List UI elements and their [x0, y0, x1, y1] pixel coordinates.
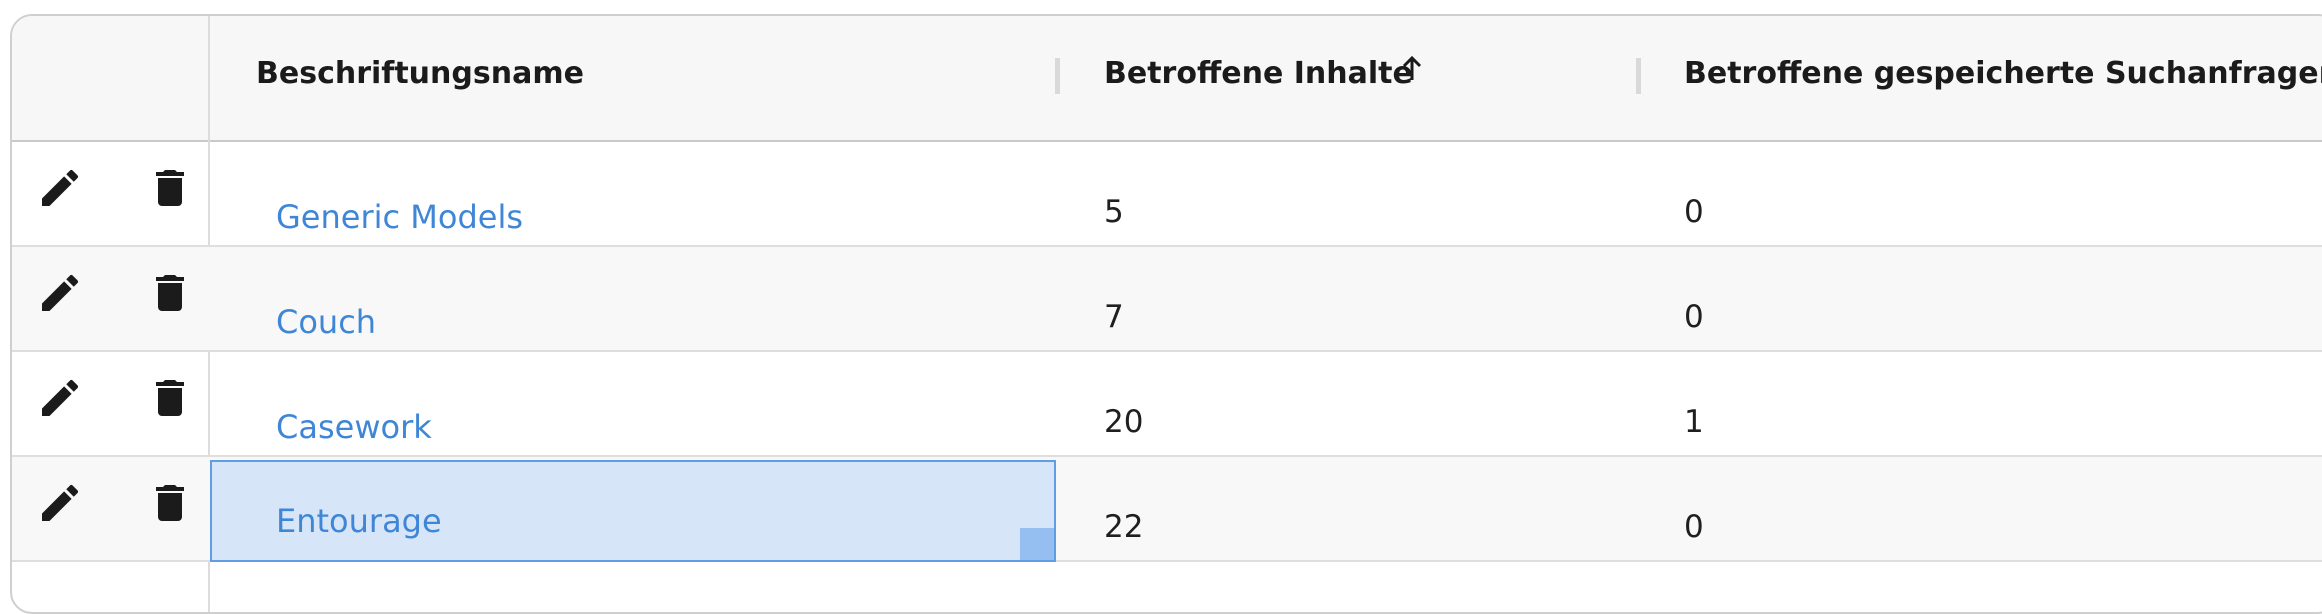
label-name-link[interactable]: Generic Models: [276, 198, 523, 236]
affected-contents-value: 22: [1104, 509, 1144, 545]
table-header: Beschriftungsname Betroffene Inhalte Bet…: [12, 16, 2322, 142]
column-resize-handle[interactable]: [1636, 58, 1641, 94]
trash-icon[interactable]: [146, 479, 194, 527]
selected-cell[interactable]: Entourage: [210, 460, 1056, 562]
arrow-up-icon[interactable]: [1400, 54, 1424, 84]
pencil-icon[interactable]: [36, 269, 84, 317]
affected-saved-searches-value: 0: [1684, 194, 1704, 230]
table-row: Casework 20 1: [12, 352, 2322, 457]
pencil-icon[interactable]: [36, 164, 84, 212]
affected-saved-searches-value: 0: [1684, 299, 1704, 335]
affected-contents-value: 20: [1104, 404, 1144, 440]
label-name-link[interactable]: Entourage: [276, 502, 442, 540]
trash-icon[interactable]: [146, 269, 194, 317]
affected-saved-searches-value: 0: [1684, 509, 1704, 545]
affected-contents-value: 7: [1104, 299, 1124, 335]
pencil-icon[interactable]: [36, 479, 84, 527]
column-header-affected-saved-searches[interactable]: Betroffene gespeicherte Suchanfragen: [1684, 56, 2322, 91]
affected-contents-value: 5: [1104, 194, 1124, 230]
column-resize-handle[interactable]: [1055, 58, 1060, 94]
label-name-link[interactable]: Casework: [276, 408, 432, 446]
column-header-label-name[interactable]: Beschriftungsname: [256, 56, 584, 91]
cell-fill-handle[interactable]: [1020, 528, 1054, 560]
table-row: Generic Models 5 0: [12, 142, 2322, 247]
table-row: Couch 7 0: [12, 247, 2322, 352]
labels-table: Beschriftungsname Betroffene Inhalte Bet…: [10, 14, 2322, 614]
trash-icon[interactable]: [146, 374, 194, 422]
pencil-icon[interactable]: [36, 374, 84, 422]
label-name-link[interactable]: Couch: [276, 303, 376, 341]
column-header-affected-contents[interactable]: Betroffene Inhalte: [1104, 56, 1413, 91]
affected-saved-searches-value: 1: [1684, 404, 1704, 440]
trash-icon[interactable]: [146, 164, 194, 212]
